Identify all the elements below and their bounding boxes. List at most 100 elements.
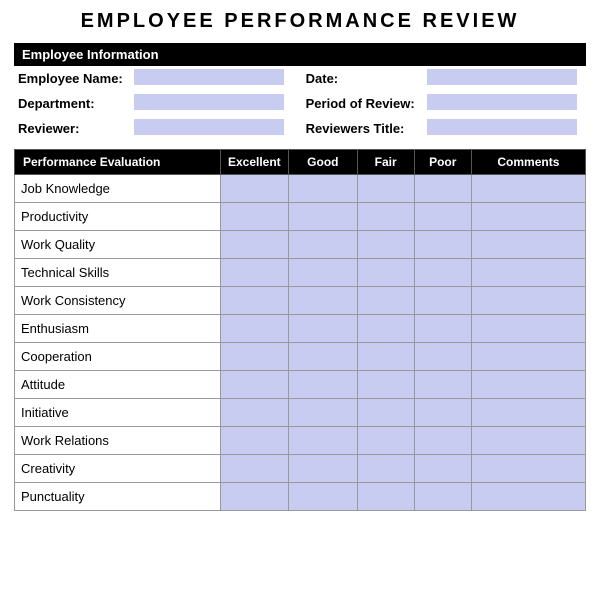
perf-category-label: Punctuality [15, 483, 221, 511]
rating-cell[interactable] [289, 427, 358, 455]
rating-cell[interactable] [289, 175, 358, 203]
rating-cell[interactable] [289, 231, 358, 259]
rating-cell[interactable] [357, 371, 414, 399]
rating-cell[interactable] [220, 343, 289, 371]
date-input-cell [423, 66, 586, 91]
perf-category-label: Enthusiasm [15, 315, 221, 343]
comments-cell[interactable] [471, 231, 585, 259]
perf-category-label: Cooperation [15, 343, 221, 371]
rating-cell[interactable] [220, 399, 289, 427]
col-header-fair: Fair [357, 150, 414, 175]
rating-cell[interactable] [220, 259, 289, 287]
col-header-excellent: Excellent [220, 150, 289, 175]
dept-input-cell [130, 91, 293, 116]
reviewer-input-cell [130, 116, 293, 141]
comments-cell[interactable] [471, 427, 585, 455]
table-row: Cooperation [15, 343, 586, 371]
perf-category-label: Productivity [15, 203, 221, 231]
rating-cell[interactable] [289, 371, 358, 399]
rating-cell[interactable] [289, 455, 358, 483]
reviewer-input[interactable] [134, 119, 284, 135]
rev-title-label: Reviewers Title: [294, 116, 423, 141]
rating-cell[interactable] [414, 231, 471, 259]
period-label: Period of Review: [294, 91, 423, 116]
rating-cell[interactable] [289, 287, 358, 315]
rating-cell[interactable] [220, 203, 289, 231]
emp-name-input[interactable] [134, 69, 284, 85]
table-row: Work Quality [15, 231, 586, 259]
date-input[interactable] [427, 69, 577, 85]
rating-cell[interactable] [357, 343, 414, 371]
rating-cell[interactable] [414, 455, 471, 483]
perf-category-label: Technical Skills [15, 259, 221, 287]
comments-cell[interactable] [471, 343, 585, 371]
perf-category-label: Creativity [15, 455, 221, 483]
perf-category-label: Work Consistency [15, 287, 221, 315]
rev-title-input[interactable] [427, 119, 577, 135]
rating-cell[interactable] [357, 427, 414, 455]
col-header-good: Good [289, 150, 358, 175]
rating-cell[interactable] [414, 203, 471, 231]
emp-name-label: Employee Name: [14, 66, 130, 91]
comments-cell[interactable] [471, 315, 585, 343]
rating-cell[interactable] [414, 343, 471, 371]
comments-cell[interactable] [471, 371, 585, 399]
rating-cell[interactable] [220, 483, 289, 511]
emp-name-input-cell [130, 66, 293, 91]
table-row: Work Relations [15, 427, 586, 455]
rating-cell[interactable] [289, 483, 358, 511]
rating-cell[interactable] [357, 231, 414, 259]
rating-cell[interactable] [289, 203, 358, 231]
rating-cell[interactable] [220, 427, 289, 455]
rating-cell[interactable] [220, 175, 289, 203]
rating-cell[interactable] [357, 287, 414, 315]
rating-cell[interactable] [357, 259, 414, 287]
date-label: Date: [294, 66, 423, 91]
rating-cell[interactable] [357, 399, 414, 427]
rating-cell[interactable] [357, 483, 414, 511]
performance-table: Performance Evaluation Excellent Good Fa… [14, 149, 586, 511]
comments-cell[interactable] [471, 259, 585, 287]
comments-cell[interactable] [471, 203, 585, 231]
rating-cell[interactable] [414, 427, 471, 455]
table-row: Productivity [15, 203, 586, 231]
rating-cell[interactable] [414, 315, 471, 343]
table-row: Work Consistency [15, 287, 586, 315]
rating-cell[interactable] [220, 231, 289, 259]
rating-cell[interactable] [220, 287, 289, 315]
rating-cell[interactable] [357, 455, 414, 483]
comments-cell[interactable] [471, 175, 585, 203]
rating-cell[interactable] [357, 315, 414, 343]
rating-cell[interactable] [414, 259, 471, 287]
employee-info-header: Employee Information [14, 43, 586, 66]
dept-input[interactable] [134, 94, 284, 110]
perf-category-label: Work Quality [15, 231, 221, 259]
comments-cell[interactable] [471, 287, 585, 315]
comments-cell[interactable] [471, 483, 585, 511]
rating-cell[interactable] [414, 371, 471, 399]
rating-cell[interactable] [289, 399, 358, 427]
rating-cell[interactable] [289, 259, 358, 287]
rating-cell[interactable] [414, 175, 471, 203]
rating-cell[interactable] [289, 315, 358, 343]
perf-category-label: Work Relations [15, 427, 221, 455]
rating-cell[interactable] [357, 175, 414, 203]
perf-category-label: Attitude [15, 371, 221, 399]
rating-cell[interactable] [220, 455, 289, 483]
rating-cell[interactable] [220, 371, 289, 399]
rating-cell[interactable] [357, 203, 414, 231]
period-input[interactable] [427, 94, 577, 110]
rating-cell[interactable] [220, 315, 289, 343]
table-row: Technical Skills [15, 259, 586, 287]
table-row: Attitude [15, 371, 586, 399]
rating-cell[interactable] [289, 343, 358, 371]
comments-cell[interactable] [471, 455, 585, 483]
perf-category-label: Initiative [15, 399, 221, 427]
comments-cell[interactable] [471, 399, 585, 427]
rating-cell[interactable] [414, 483, 471, 511]
col-header-comments: Comments [471, 150, 585, 175]
rating-cell[interactable] [414, 287, 471, 315]
info-row-dept: Department: Period of Review: [14, 91, 586, 116]
page-title: EMPLOYEE PERFORMANCE REVIEW [14, 10, 586, 33]
rating-cell[interactable] [414, 399, 471, 427]
